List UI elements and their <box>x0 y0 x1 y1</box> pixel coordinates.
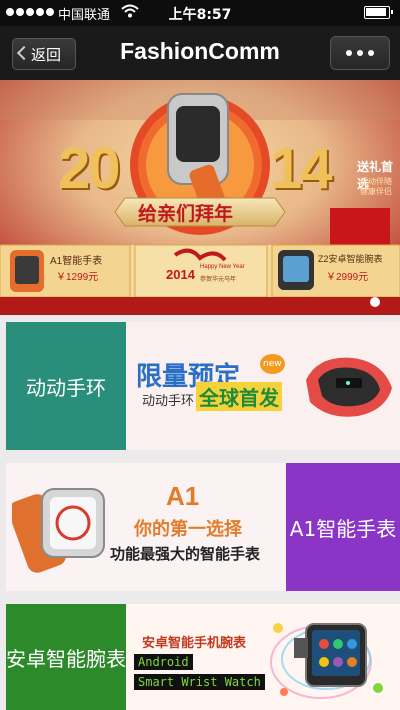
promo-tag-android: Android <box>134 654 193 670</box>
more-options-button[interactable] <box>330 36 390 70</box>
status-bar: 中国联通 上午8:57 <box>0 0 400 26</box>
promo-title: A1 <box>166 481 200 511</box>
a1-watch-image <box>12 488 105 573</box>
new-badge: new <box>260 354 285 374</box>
banner-newyear-text: Happy New Year <box>200 264 245 270</box>
product-tile-android[interactable]: 安卓智能腕表 <box>6 604 126 710</box>
product-card-a1[interactable]: A1 你的第一选择 功能最强大的智能手表 A1智能手表 <box>6 463 400 591</box>
back-button[interactable]: 返回 <box>12 38 76 70</box>
promo-subtitle: 动动手环 <box>142 394 195 409</box>
banner-product-right-name: Z2安卓智能腕表 <box>318 254 383 264</box>
banner-newyear-year: 2014 <box>166 267 195 282</box>
banner-year-left: 20 <box>58 136 120 201</box>
chevron-left-icon <box>16 45 32 61</box>
promo-tag-smart-wrist-watch: Smart Wrist Watch <box>134 674 265 690</box>
clock-time: 上午8:57 <box>168 7 232 23</box>
page-title: FashionComm <box>120 38 280 64</box>
promo-headline-2: 功能最强大的智能手表 <box>110 545 261 563</box>
banner-greeting: 给亲们拜年 <box>138 204 234 225</box>
more-dot-icon <box>368 50 374 56</box>
banner-product-left-price: ￥1299元 <box>56 272 99 283</box>
product-promo-a1[interactable]: A1 你的第一选择 功能最强大的智能手表 <box>6 463 286 591</box>
product-card-dongdong[interactable]: 动动手环 限量预定 全球首发 动动手环 new <box>6 322 400 450</box>
promo-banner-carousel[interactable]: 20 14 给亲们拜年 送礼首选 运动伴随 健康伴侣 A1智能手表 ￥1299元… <box>0 80 400 315</box>
more-dot-icon <box>357 50 363 56</box>
banner-product-right-price: ￥2999元 <box>326 272 369 283</box>
product-promo-android[interactable]: 安卓智能手机腕表 Android Smart Wrist Watch <box>126 604 400 710</box>
product-card-android[interactable]: 安卓智能腕表 安卓智能手机腕表 Android Smart Wrist Watc… <box>6 604 400 710</box>
banner-year-right: 14 <box>270 136 332 201</box>
product-tile-dongdong[interactable]: 动动手环 <box>6 322 126 450</box>
product-promo-dongdong[interactable]: 限量预定 全球首发 动动手环 new <box>126 322 400 450</box>
product-tile-label: 安卓智能腕表 <box>6 646 126 671</box>
fitness-band-image <box>306 357 392 417</box>
android-watch-image <box>270 623 383 699</box>
back-button-label: 返回 <box>31 45 62 64</box>
banner-newyear-sub: 恭贺华元马年 <box>200 277 237 283</box>
promo-headline-1: 你的第一选择 <box>134 519 242 540</box>
carousel-page-indicator[interactable] <box>370 297 380 307</box>
product-tile-a1[interactable]: A1智能手表 <box>286 463 400 591</box>
banner-product-left-name: A1智能手表 <box>50 256 103 267</box>
battery-icon <box>364 6 393 19</box>
promo-title: 安卓智能手机腕表 <box>142 636 247 651</box>
more-dot-icon <box>346 50 352 56</box>
navigation-bar: 返回 FashionComm <box>0 26 400 80</box>
promo-headline-2: 全球首发 <box>196 382 282 411</box>
banner-gift-sub2: 健康伴侣 <box>360 187 392 196</box>
product-tile-label: A1智能手表 <box>289 516 397 541</box>
product-tile-label: 动动手环 <box>26 375 106 400</box>
